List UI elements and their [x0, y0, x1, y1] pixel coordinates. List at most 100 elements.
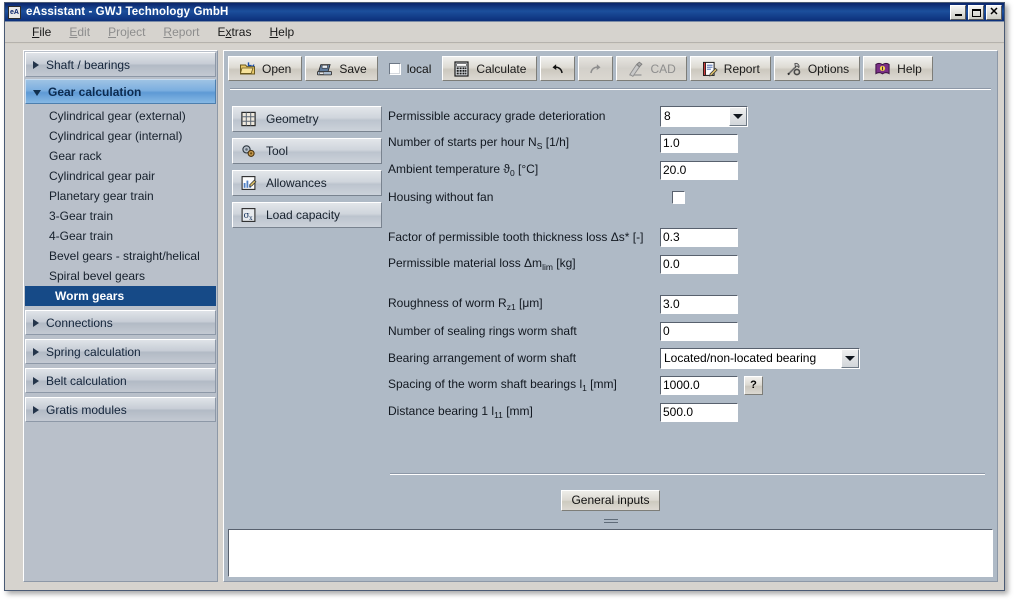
sidebar-item-planetary-gear-train[interactable]: Planetary gear train	[25, 186, 216, 206]
general-inputs-button[interactable]: General inputs	[561, 490, 659, 511]
sidebar-item-cylindrical-gear-external[interactable]: Cylindrical gear (external)	[25, 106, 216, 126]
cad-drafting-icon	[627, 61, 644, 77]
bearing-arrangement-label: Bearing arrangement of worm shaft	[388, 351, 660, 365]
tab-allowances[interactable]: Allowances	[232, 170, 382, 196]
app-icon: eA	[8, 6, 21, 19]
open-button[interactable]: Open	[228, 56, 302, 81]
housing-without-fan-checkbox[interactable]	[672, 191, 685, 204]
sealing-rings-input[interactable]	[660, 322, 738, 341]
sidebar-item-label: Worm gears	[55, 289, 124, 303]
maximize-button[interactable]	[968, 5, 984, 20]
roughness-worm-input[interactable]	[660, 295, 738, 314]
menu-edit[interactable]: Edit	[60, 23, 99, 41]
checkbox-box	[389, 63, 401, 75]
tooth-thickness-loss-input[interactable]	[660, 228, 738, 247]
bearing-arrangement-select[interactable]: Located/non-located bearing	[660, 348, 860, 369]
sidebar-group-gear-calculation[interactable]: Gear calculation	[25, 79, 216, 104]
cad-button[interactable]: CAD	[616, 56, 686, 81]
gears-icon	[240, 143, 257, 159]
sidebar-group-label: Gear calculation	[48, 85, 141, 99]
bearing-arrangement-value: Located/non-located bearing	[661, 349, 841, 368]
tab-geometry[interactable]: Geometry	[232, 106, 382, 132]
sigma-x-icon: σ x	[240, 207, 257, 223]
sidebar-item-spiral-bevel-gears[interactable]: Spiral bevel gears	[25, 266, 216, 286]
window-title: eAssistant - GWJ Technology GmbH	[26, 6, 948, 18]
close-button[interactable]: ✕	[986, 5, 1002, 20]
chart-pen-icon	[240, 175, 257, 191]
local-checkbox[interactable]: local	[381, 62, 440, 76]
sidebar-item-4-gear-train[interactable]: 4-Gear train	[25, 226, 216, 246]
splitter-handle[interactable]	[224, 515, 997, 523]
material-loss-input[interactable]	[660, 255, 738, 274]
distance-bearing1-input[interactable]	[660, 403, 738, 422]
help-button[interactable]: Help	[863, 56, 933, 81]
tab-label: Allowances	[266, 176, 327, 190]
sidebar-item-cylindrical-gear-internal[interactable]: Cylindrical gear (internal)	[25, 126, 216, 146]
sidebar-item-label: Cylindrical gear (internal)	[49, 129, 182, 143]
chevron-down-icon[interactable]	[729, 107, 747, 126]
sidebar-item-3-gear-train[interactable]: 3-Gear train	[25, 206, 216, 226]
menu-file[interactable]: File	[23, 23, 60, 41]
accuracy-grade-select[interactable]: 8	[660, 106, 748, 127]
ambient-temperature-input[interactable]	[660, 161, 738, 180]
tab-label: Tool	[266, 144, 288, 158]
sidebar-group-connections[interactable]: Connections	[25, 310, 216, 335]
calculator-icon	[453, 61, 470, 77]
bearing-spacing-input[interactable]	[660, 376, 738, 395]
menu-report[interactable]: Report	[154, 23, 208, 41]
sidebar-group-gratis-modules[interactable]: Gratis modules	[25, 397, 216, 422]
field-row-housing-without-fan: Housing without fan	[388, 185, 987, 209]
field-row-roughness-worm: Roughness of worm Rz1 [μm]	[388, 292, 987, 316]
menu-help[interactable]: Help	[260, 23, 303, 41]
options-button[interactable]: Options	[774, 56, 860, 81]
sidebar-group-label: Shaft / bearings	[46, 58, 130, 72]
application-window: eA eAssistant - GWJ Technology GmbH ✕ Fi…	[4, 2, 1005, 591]
report-button[interactable]: Report	[690, 56, 771, 81]
sidebar-item-label: Planetary gear train	[49, 189, 154, 203]
field-row-accuracy-grade: Permissible accuracy grade deterioration…	[388, 104, 987, 128]
floppy-disk-icon	[316, 61, 333, 77]
sidebar-group-label: Connections	[46, 316, 113, 330]
menu-project[interactable]: Project	[99, 23, 154, 41]
undo-button[interactable]	[540, 56, 575, 81]
distance-bearing1-label: Distance bearing 1 l11 [mm]	[388, 404, 660, 420]
help-book-icon	[874, 61, 891, 77]
general-inputs-wrapper: General inputs	[224, 490, 997, 511]
sidebar-item-label: Cylindrical gear (external)	[49, 109, 186, 123]
calculate-button[interactable]: Calculate	[442, 56, 537, 81]
field-row-tooth-thickness-loss: Factor of permissible tooth thickness lo…	[388, 225, 987, 249]
housing-without-fan-label: Housing without fan	[388, 190, 660, 204]
sidebar-group-label: Gratis modules	[46, 403, 127, 417]
minimize-button[interactable]	[950, 5, 966, 20]
sidebar-item-label: Bevel gears - straight/helical	[49, 249, 200, 263]
save-button[interactable]: Save	[305, 56, 377, 81]
sidebar-group-shaft-bearings[interactable]: Shaft / bearings	[25, 52, 216, 77]
bearing-spacing-help-button[interactable]: ?	[744, 376, 763, 395]
starts-per-hour-input[interactable]	[660, 134, 738, 153]
accuracy-grade-label: Permissible accuracy grade deterioration	[388, 109, 660, 123]
sidebar-item-label: 3-Gear train	[49, 209, 113, 223]
calculate-label: Calculate	[476, 62, 526, 76]
redo-button[interactable]	[578, 56, 613, 81]
menu-extras[interactable]: Extras	[208, 23, 260, 41]
chevron-down-icon[interactable]	[841, 349, 859, 368]
sidebar-item-label: Cylindrical gear pair	[49, 169, 155, 183]
sidebar-group-belt-calculation[interactable]: Belt calculation	[25, 368, 216, 393]
open-folder-icon	[239, 61, 256, 77]
output-textarea[interactable]	[228, 529, 993, 577]
chevron-right-icon	[33, 348, 39, 356]
tab-load-capacity[interactable]: σ x Load capacity	[232, 202, 382, 228]
sidebar-item-cylindrical-gear-pair[interactable]: Cylindrical gear pair	[25, 166, 216, 186]
tooth-thickness-loss-label: Factor of permissible tooth thickness lo…	[388, 230, 660, 244]
accuracy-grade-value: 8	[661, 107, 729, 126]
tab-tool[interactable]: Tool	[232, 138, 382, 164]
sidebar-group-spring-calculation[interactable]: Spring calculation	[25, 339, 216, 364]
material-loss-label: Permissible material loss Δmlim [kg]	[388, 256, 660, 272]
sidebar-item-bevel-gears-straight-helical[interactable]: Bevel gears - straight/helical	[25, 246, 216, 266]
options-label: Options	[808, 62, 849, 76]
sidebar-item-gear-rack[interactable]: Gear rack	[25, 146, 216, 166]
tab-label: Geometry	[266, 112, 319, 126]
field-row-sealing-rings: Number of sealing rings worm shaft	[388, 319, 987, 343]
sidebar-item-worm-gears[interactable]: Worm gears	[25, 286, 216, 306]
field-row-ambient-temperature: Ambient temperature ϑ0 [°C]	[388, 158, 987, 182]
